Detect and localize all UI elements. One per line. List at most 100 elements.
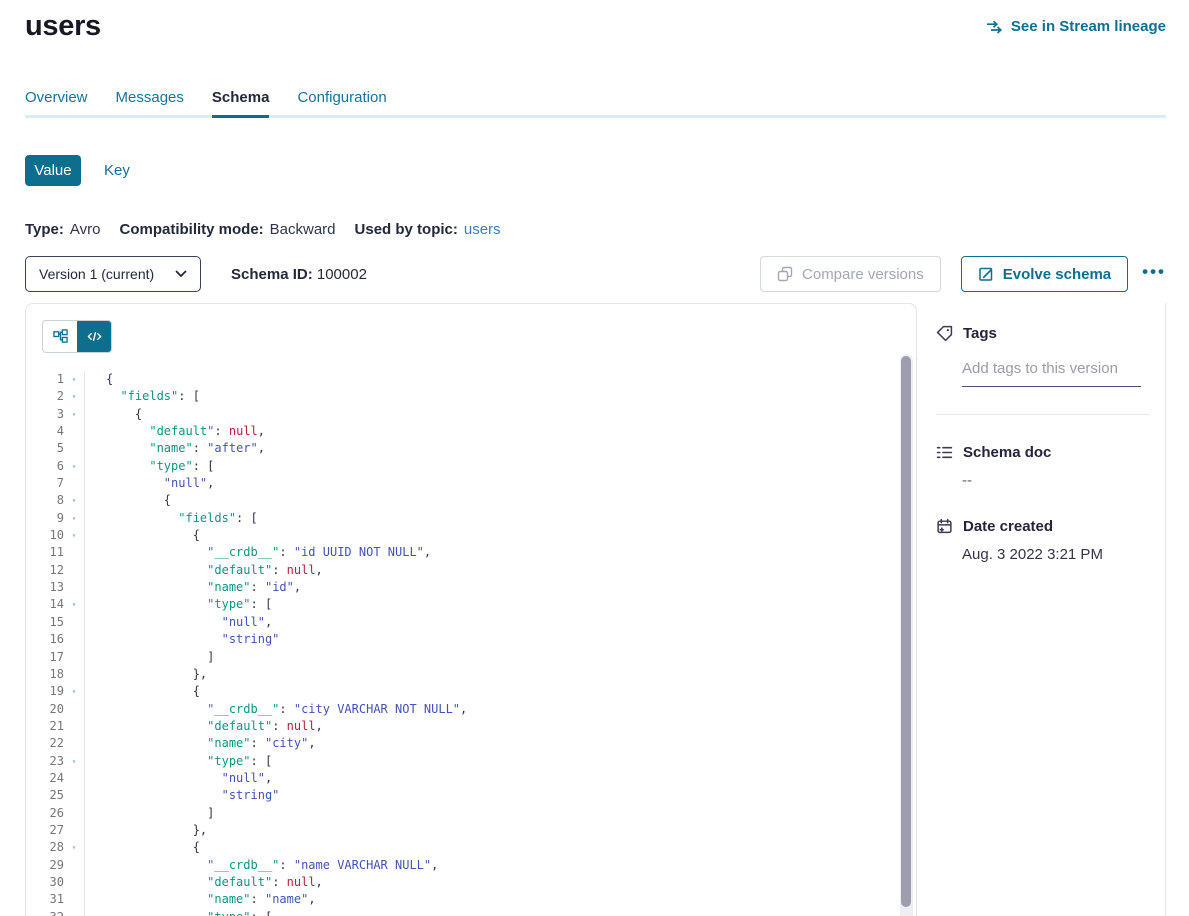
compare-versions-label: Compare versions — [802, 266, 924, 283]
line-number: 11 — [26, 544, 64, 561]
fold-collapse-icon[interactable]: ▾ — [64, 458, 84, 475]
code-text: }, — [84, 822, 916, 839]
tree-icon — [53, 329, 68, 344]
code-text: "null", — [84, 475, 916, 492]
schema-doc-heading: Schema doc — [936, 444, 1149, 461]
code-text: "fields": [ — [84, 510, 916, 527]
code-panel-toolbar — [26, 304, 916, 353]
fold-collapse-icon[interactable]: ▾ — [64, 527, 84, 544]
code-text: { — [84, 371, 916, 388]
code-line: 4 "default": null, — [26, 423, 916, 440]
code-text: { — [84, 527, 916, 544]
edit-schema-icon — [978, 266, 994, 282]
tab-overview[interactable]: Overview — [25, 89, 88, 118]
evolve-schema-button[interactable]: Evolve schema — [961, 256, 1128, 292]
stream-lineage-icon — [986, 20, 1003, 34]
fold-collapse-icon[interactable]: ▾ — [64, 596, 84, 613]
code-line: 9▾ "fields": [ — [26, 510, 916, 527]
line-number: 13 — [26, 579, 64, 596]
meta-compatibility-value: Backward — [270, 221, 336, 238]
page-title: users — [25, 10, 101, 43]
add-tags-input[interactable] — [962, 360, 1141, 387]
fold-spacer — [64, 440, 84, 457]
line-number: 8 — [26, 492, 64, 509]
code-scrollbar-thumb[interactable] — [901, 356, 911, 907]
code-text: "__crdb__": "city VARCHAR NOT NULL", — [84, 701, 916, 718]
code-line: 28▾ { — [26, 839, 916, 856]
fold-collapse-icon[interactable]: ▾ — [64, 510, 84, 527]
line-number: 1 — [26, 371, 64, 388]
page-header: users See in Stream lineage — [25, 0, 1166, 43]
line-number: 28 — [26, 839, 64, 856]
code-line: 2▾ "fields": [ — [26, 388, 916, 405]
tree-view-button[interactable] — [43, 321, 77, 352]
code-text: "name": "name", — [84, 891, 916, 908]
version-select[interactable]: Version 1 (current) — [25, 256, 201, 292]
schema-doc-value: -- — [962, 472, 1149, 489]
fold-spacer — [64, 891, 84, 908]
code-text: "string" — [84, 631, 916, 648]
code-line: 5 "name": "after", — [26, 440, 916, 457]
fold-collapse-icon[interactable]: ▾ — [64, 683, 84, 700]
fold-collapse-icon[interactable]: ▾ — [64, 406, 84, 423]
stream-lineage-label: See in Stream lineage — [1011, 18, 1166, 35]
fold-collapse-icon[interactable]: ▾ — [64, 909, 84, 916]
code-view-button[interactable] — [77, 321, 111, 352]
compare-versions-button[interactable]: Compare versions — [760, 256, 941, 292]
compare-versions-icon — [777, 266, 793, 282]
line-number: 18 — [26, 666, 64, 683]
stream-lineage-link[interactable]: See in Stream lineage — [986, 18, 1166, 35]
line-number: 3 — [26, 406, 64, 423]
fold-spacer — [64, 718, 84, 735]
line-number: 22 — [26, 735, 64, 752]
schema-content: 1▾{2▾ "fields": [3▾ {4 "default": null,5… — [25, 303, 1166, 916]
topic-link[interactable]: users — [464, 221, 501, 238]
fold-collapse-icon[interactable]: ▾ — [64, 388, 84, 405]
sidebar-divider — [936, 414, 1149, 415]
tab-schema[interactable]: Schema — [212, 89, 270, 118]
schema-id: Schema ID: 100002 — [231, 266, 367, 283]
line-number: 29 — [26, 857, 64, 874]
code-text: "null", — [84, 614, 916, 631]
fold-spacer — [64, 544, 84, 561]
schema-id-label: Schema ID: — [231, 266, 313, 283]
code-text: ] — [84, 649, 916, 666]
line-number: 30 — [26, 874, 64, 891]
code-text: "__crdb__": "name VARCHAR NULL", — [84, 857, 916, 874]
tab-configuration[interactable]: Configuration — [297, 89, 386, 118]
date-created-value: Aug. 3 2022 3:21 PM — [962, 546, 1149, 563]
code-icon — [87, 329, 102, 344]
more-options-button[interactable]: ••• — [1142, 263, 1166, 286]
code-line: 15 "null", — [26, 614, 916, 631]
meta-type-value: Avro — [70, 221, 101, 238]
meta-row: Type: Avro Compatibility mode: Backward … — [25, 221, 1166, 238]
key-toggle-button[interactable]: Key — [104, 162, 130, 179]
schema-page: users See in Stream lineage Overview Mes… — [0, 0, 1189, 916]
code-text: "null", — [84, 770, 916, 787]
code-line: 1▾{ — [26, 371, 916, 388]
code-line: 3▾ { — [26, 406, 916, 423]
fold-collapse-icon[interactable]: ▾ — [64, 839, 84, 856]
meta-used-by-label: Used by topic: — [355, 221, 458, 238]
code-text: { — [84, 492, 916, 509]
fold-spacer — [64, 614, 84, 631]
fold-collapse-icon[interactable]: ▾ — [64, 753, 84, 770]
code-line: 24 "null", — [26, 770, 916, 787]
meta-used-by-topic: Used by topic: users — [355, 221, 501, 238]
fold-spacer — [64, 631, 84, 648]
code-text: { — [84, 839, 916, 856]
fold-spacer — [64, 562, 84, 579]
fold-collapse-icon[interactable]: ▾ — [64, 492, 84, 509]
schema-doc-section: Schema doc -- — [936, 444, 1149, 489]
code-line: 7 "null", — [26, 475, 916, 492]
view-mode-toggle — [42, 320, 112, 353]
line-number: 23 — [26, 753, 64, 770]
tab-messages[interactable]: Messages — [116, 89, 184, 118]
fold-collapse-icon[interactable]: ▾ — [64, 371, 84, 388]
fold-spacer — [64, 579, 84, 596]
code-text: "__crdb__": "id UUID NOT NULL", — [84, 544, 916, 561]
code-scrollbar-track[interactable] — [900, 354, 913, 916]
value-toggle-button[interactable]: Value — [25, 155, 81, 186]
code-line: 17 ] — [26, 649, 916, 666]
code-text: "type": [ — [84, 596, 916, 613]
